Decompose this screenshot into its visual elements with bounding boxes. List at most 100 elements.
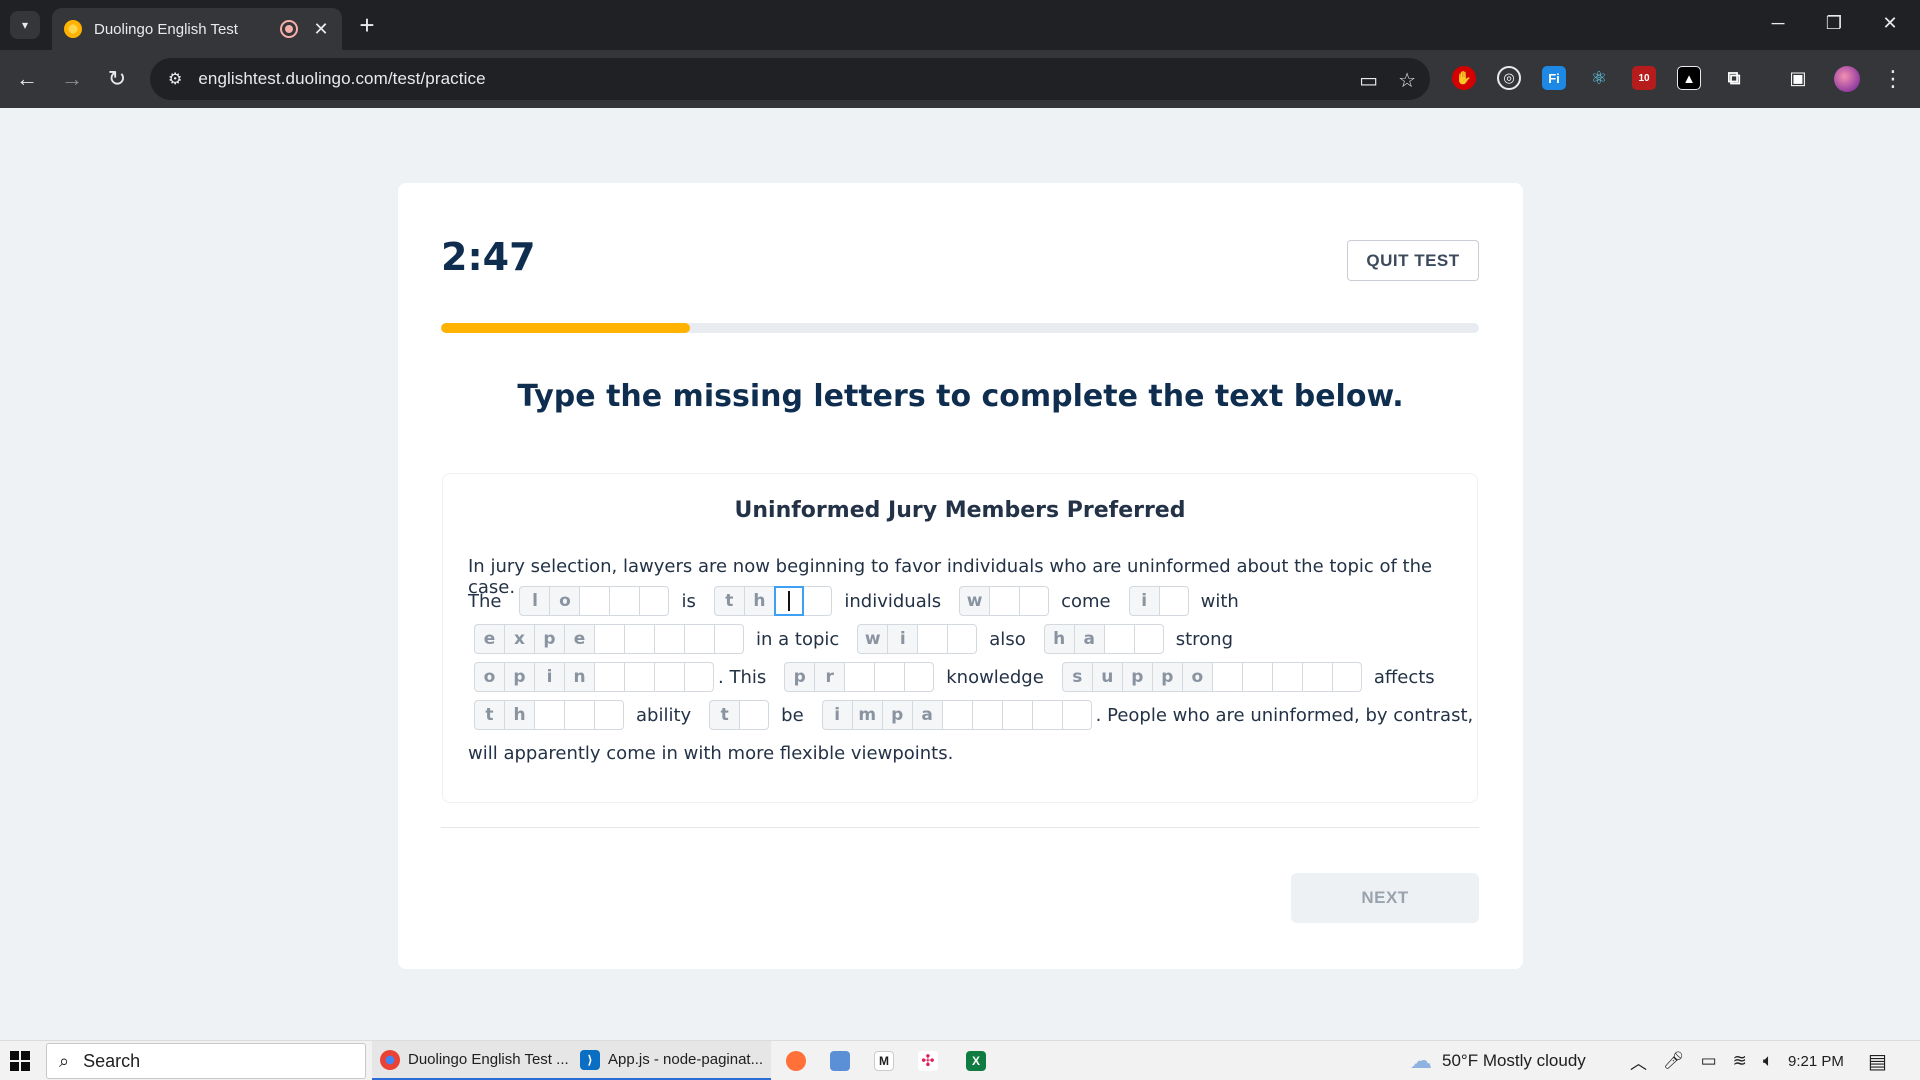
recording-indicator-icon (280, 20, 298, 38)
speaker-icon[interactable]: 🔈︎ (1763, 1051, 1773, 1071)
empty-letter-cell[interactable] (624, 662, 654, 692)
empty-letter-cell[interactable] (1001, 700, 1032, 730)
reload-icon[interactable]: ↻ (102, 64, 132, 94)
empty-letter-cell[interactable] (654, 662, 684, 692)
empty-letter-cell[interactable] (1158, 586, 1189, 616)
forward-arrow-icon[interactable]: → (57, 64, 87, 94)
close-window-icon[interactable]: ✕ (1870, 8, 1910, 38)
minimize-icon[interactable]: ─ (1758, 8, 1798, 38)
empty-letter-cell[interactable] (639, 586, 670, 616)
empty-letter-cell[interactable] (609, 586, 640, 616)
extension-badge-icon[interactable]: 10 (1632, 66, 1656, 90)
side-panel-icon[interactable]: ▣ (1786, 66, 1810, 90)
taskbar-firefox-app[interactable] (778, 1041, 822, 1080)
letter-gap-input[interactable]: impa (821, 700, 1092, 730)
chevron-up-icon[interactable]: ︿ (1630, 1049, 1647, 1074)
given-letter-cell: o (1181, 662, 1212, 692)
empty-letter-cell[interactable] (714, 624, 744, 654)
quit-test-button[interactable]: QUIT TEST (1347, 240, 1479, 281)
microphone-icon[interactable]: 🎤︎ (1663, 1051, 1685, 1071)
letter-gap-input[interactable]: w (959, 586, 1050, 616)
empty-letter-cell[interactable] (874, 662, 905, 692)
empty-letter-cell[interactable] (941, 700, 972, 730)
empty-letter-cell[interactable] (739, 700, 770, 730)
close-tab-icon[interactable]: ✕ (312, 19, 330, 40)
next-button[interactable]: NEXT (1291, 873, 1479, 923)
letter-gap-input[interactable]: suppo (1061, 662, 1362, 692)
profile-avatar[interactable] (1834, 66, 1860, 92)
passage-word: individuals (844, 590, 942, 612)
site-info-icon[interactable]: ⚙ (168, 69, 182, 89)
empty-letter-cell[interactable] (624, 624, 654, 654)
letter-gap-input[interactable]: th (713, 586, 833, 616)
empty-letter-cell[interactable] (579, 586, 610, 616)
letter-gap-input[interactable]: th (474, 700, 624, 730)
letter-gap-input[interactable]: i (1128, 586, 1189, 616)
empty-letter-cell[interactable] (594, 662, 624, 692)
extensions-puzzle-icon[interactable]: ⧉ (1722, 66, 1746, 90)
letter-gap-input[interactable]: opin (474, 662, 714, 692)
new-tab-button[interactable]: + (352, 10, 382, 40)
windows-start-icon[interactable] (10, 1051, 30, 1071)
browser-tab[interactable]: Duolingo English Test ✕ (52, 8, 342, 50)
weather-widget[interactable]: ☁ 50°F Mostly cloudy (1410, 1041, 1586, 1080)
react-devtools-icon[interactable]: ⚛ (1587, 66, 1611, 90)
empty-letter-cell[interactable] (844, 662, 875, 692)
empty-letter-cell[interactable] (1133, 624, 1164, 654)
empty-letter-cell[interactable] (917, 624, 948, 654)
empty-letter-cell[interactable] (594, 624, 624, 654)
wifi-icon[interactable]: ≋ (1733, 1051, 1747, 1071)
bookmark-star-icon[interactable]: ☆ (1398, 68, 1416, 93)
empty-letter-cell[interactable] (654, 624, 684, 654)
empty-letter-cell[interactable] (947, 624, 978, 654)
empty-letter-cell[interactable] (802, 586, 833, 616)
empty-letter-cell[interactable] (1271, 662, 1302, 692)
clock[interactable]: 9:21 PM (1788, 1041, 1844, 1080)
taskbar-app-blue[interactable] (822, 1041, 866, 1080)
empty-letter-cell[interactable] (684, 624, 714, 654)
empty-letter-cell[interactable] (1061, 700, 1092, 730)
battery-icon[interactable]: ▭ (1701, 1051, 1717, 1071)
taskbar-chrome-app[interactable]: Duolingo English Test ... (372, 1041, 577, 1080)
taskbar-search-box[interactable]: ⌕ Search (46, 1043, 366, 1079)
empty-letter-cell[interactable] (1031, 700, 1062, 730)
back-arrow-icon[interactable]: ← (12, 64, 42, 94)
empty-letter-cell[interactable] (1211, 662, 1242, 692)
empty-letter-cell[interactable] (594, 700, 624, 730)
camera-icon[interactable]: ▭ (1359, 68, 1378, 93)
empty-letter-cell[interactable] (564, 700, 594, 730)
empty-letter-cell[interactable] (989, 586, 1020, 616)
empty-letter-cell[interactable] (904, 662, 935, 692)
empty-letter-cell[interactable] (684, 662, 714, 692)
taskbar-gmail-app[interactable]: M (866, 1041, 910, 1080)
empty-letter-cell[interactable] (971, 700, 1002, 730)
empty-letter-cell[interactable] (534, 700, 564, 730)
extension-target-icon[interactable]: ◎ (1497, 66, 1521, 90)
taskbar-slack-app[interactable]: ✣ (910, 1041, 954, 1080)
chrome-icon (380, 1049, 400, 1070)
letter-gap-input[interactable]: lo (519, 586, 670, 616)
letter-gap-input[interactable]: expe (474, 624, 744, 654)
tab-search-button[interactable]: ▾ (10, 11, 40, 39)
extension-red-icon[interactable]: ✋ (1452, 66, 1476, 90)
taskbar-excel-app[interactable]: X (958, 1041, 1002, 1080)
address-bar[interactable]: ⚙ englishtest.duolingo.com/test/practice… (150, 58, 1430, 100)
extension-fi-icon[interactable]: Fi (1542, 66, 1566, 90)
letter-gap-input[interactable]: wi (857, 624, 978, 654)
notification-icon[interactable]: ▤ (1868, 1041, 1887, 1080)
extension-triangle-icon[interactable]: ▲ (1677, 66, 1701, 90)
taskbar-vscode-app[interactable]: ⟩ App.js - node-paginat... (572, 1041, 772, 1080)
menu-kebab-icon[interactable]: ⋮ (1882, 64, 1904, 94)
empty-letter-cell[interactable] (1301, 662, 1332, 692)
empty-letter-cell[interactable] (1103, 624, 1134, 654)
letter-gap-input[interactable]: t (709, 700, 770, 730)
empty-letter-cell[interactable] (1241, 662, 1272, 692)
test-card: 2:47 QUIT TEST Type the missing letters … (398, 183, 1523, 969)
empty-letter-cell[interactable] (1019, 586, 1050, 616)
restore-icon[interactable]: ❐ (1814, 8, 1854, 38)
letter-gap-input[interactable]: pr (784, 662, 935, 692)
passage-word: The (468, 590, 502, 612)
empty-letter-cell[interactable] (773, 586, 804, 616)
letter-gap-input[interactable]: ha (1043, 624, 1164, 654)
empty-letter-cell[interactable] (1331, 662, 1362, 692)
